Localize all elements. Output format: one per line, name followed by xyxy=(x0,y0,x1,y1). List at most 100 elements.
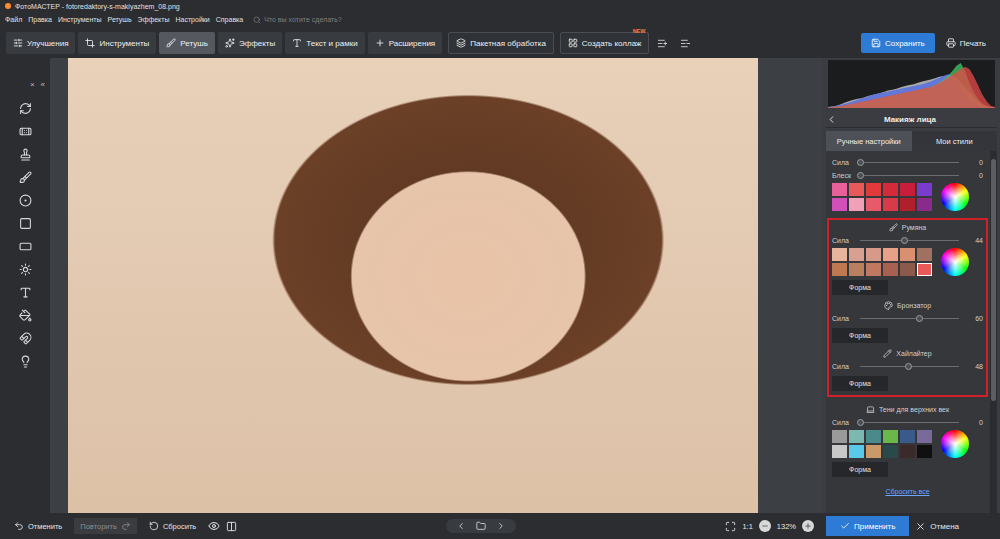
zoom-out-button[interactable] xyxy=(759,520,771,532)
menu-item[interactable]: Правка xyxy=(28,16,52,23)
tool-button[interactable] xyxy=(18,193,32,207)
color-swatch[interactable] xyxy=(883,198,898,211)
color-wheel-icon[interactable] xyxy=(941,248,969,276)
toolbar-tab[interactable]: Текст и рамки xyxy=(285,32,364,54)
tool-button[interactable] xyxy=(18,170,32,184)
color-swatch[interactable] xyxy=(832,445,847,458)
color-swatch[interactable] xyxy=(866,198,881,211)
shape-button[interactable]: Форма xyxy=(832,462,888,477)
prev-icon[interactable] xyxy=(456,521,466,531)
color-swatch[interactable] xyxy=(849,198,864,211)
tool-button[interactable] xyxy=(18,101,32,115)
tool-button[interactable] xyxy=(18,285,32,299)
color-swatch[interactable] xyxy=(866,263,881,276)
shape-button[interactable]: Форма xyxy=(832,328,888,343)
slider-track[interactable] xyxy=(860,422,959,423)
scroll-thumb[interactable] xyxy=(991,159,996,401)
search-field[interactable]: Что вы хотите сделать? xyxy=(253,16,341,24)
fit-icon[interactable] xyxy=(725,521,736,532)
slider-track[interactable] xyxy=(860,366,959,367)
toolbar-tab[interactable]: Эффекты xyxy=(218,32,282,54)
save-button[interactable]: Сохранить xyxy=(861,33,935,53)
color-swatch[interactable] xyxy=(883,248,898,261)
panel-tab[interactable]: Мои стили xyxy=(912,131,998,151)
color-swatch[interactable] xyxy=(917,445,932,458)
slider-knob[interactable] xyxy=(916,315,923,322)
tool-button[interactable] xyxy=(18,262,32,276)
batch-button[interactable]: Пакетная обработка xyxy=(448,32,554,54)
color-swatch[interactable] xyxy=(866,248,881,261)
color-swatch[interactable] xyxy=(849,445,864,458)
toolbar-tab[interactable]: Ретушь xyxy=(159,32,215,54)
color-swatch[interactable] xyxy=(917,198,932,211)
next-icon[interactable] xyxy=(496,521,506,531)
slider-knob[interactable] xyxy=(857,159,864,166)
undo-button[interactable]: Отменить xyxy=(8,518,68,534)
reset-all-link[interactable]: Сбросить все xyxy=(827,486,988,499)
color-swatch[interactable] xyxy=(900,183,915,196)
color-swatch[interactable] xyxy=(883,263,898,276)
slider-knob[interactable] xyxy=(905,363,912,370)
zoom-1to1-button[interactable]: 1:1 xyxy=(742,522,752,531)
color-swatch[interactable] xyxy=(832,248,847,261)
color-swatch[interactable] xyxy=(917,183,932,196)
menu-item[interactable]: Файл xyxy=(5,16,22,23)
tool-button[interactable] xyxy=(18,216,32,230)
redo-button[interactable]: Повторить xyxy=(74,518,137,534)
compare-icon[interactable] xyxy=(226,521,237,532)
menu-item[interactable]: Инструменты xyxy=(58,16,102,23)
toolbar-tab[interactable]: Расширения xyxy=(368,32,443,54)
color-swatch[interactable] xyxy=(900,248,915,261)
slider-track[interactable] xyxy=(860,318,959,319)
color-swatch[interactable] xyxy=(849,248,864,261)
zoom-in-button[interactable] xyxy=(802,520,814,532)
shape-button[interactable]: Форма xyxy=(832,376,888,391)
slider-track[interactable] xyxy=(860,162,959,163)
slider-knob[interactable] xyxy=(857,419,864,426)
color-swatch[interactable] xyxy=(849,183,864,196)
shape-button[interactable]: Форма xyxy=(832,280,888,295)
scrollbar[interactable] xyxy=(990,151,997,513)
color-wheel-icon[interactable] xyxy=(941,430,969,458)
color-swatch[interactable] xyxy=(832,183,847,196)
color-swatch[interactable] xyxy=(900,263,915,276)
toolbar-tab[interactable]: Инструменты xyxy=(78,32,156,54)
tool-button[interactable] xyxy=(18,124,32,138)
menu-item[interactable]: Настройки xyxy=(175,16,209,23)
color-swatch[interactable] xyxy=(832,263,847,276)
tool-button[interactable] xyxy=(18,308,32,322)
menu-item[interactable]: Справка xyxy=(216,16,243,23)
color-swatch[interactable] xyxy=(849,263,864,276)
color-swatch[interactable] xyxy=(883,183,898,196)
tool-button[interactable] xyxy=(18,331,32,345)
color-swatch[interactable] xyxy=(866,430,881,443)
color-swatch[interactable] xyxy=(900,445,915,458)
slider-knob[interactable] xyxy=(857,172,864,179)
color-swatch[interactable] xyxy=(866,183,881,196)
back-icon[interactable] xyxy=(826,114,837,125)
color-swatch[interactable] xyxy=(917,430,932,443)
toolbar-tab[interactable]: Улучшения xyxy=(6,32,75,54)
color-swatch[interactable] xyxy=(917,263,932,276)
panel-tab[interactable]: Ручные настройки xyxy=(826,131,912,151)
tool-button[interactable] xyxy=(18,147,32,161)
eye-icon[interactable] xyxy=(208,520,220,532)
apply-button[interactable]: Применить xyxy=(826,516,909,536)
slider-track[interactable] xyxy=(860,240,959,241)
color-swatch[interactable] xyxy=(832,430,847,443)
menu-item[interactable]: Эффекты xyxy=(138,16,170,23)
tool-button[interactable] xyxy=(18,239,32,253)
color-swatch[interactable] xyxy=(832,198,847,211)
folder-icon[interactable] xyxy=(476,521,486,531)
color-swatch[interactable] xyxy=(900,430,915,443)
print-button[interactable]: Печать xyxy=(938,33,994,53)
add-list-button[interactable] xyxy=(652,32,672,54)
collapse-button[interactable]: « xyxy=(41,80,45,89)
slider-knob[interactable] xyxy=(901,237,908,244)
cancel-button[interactable]: Отмена xyxy=(915,521,959,532)
remove-list-button[interactable] xyxy=(675,32,695,54)
color-swatch[interactable] xyxy=(900,198,915,211)
collage-button[interactable]: Создать коллажNEW xyxy=(560,32,650,54)
color-swatch[interactable] xyxy=(883,445,898,458)
color-wheel-icon[interactable] xyxy=(941,183,969,211)
